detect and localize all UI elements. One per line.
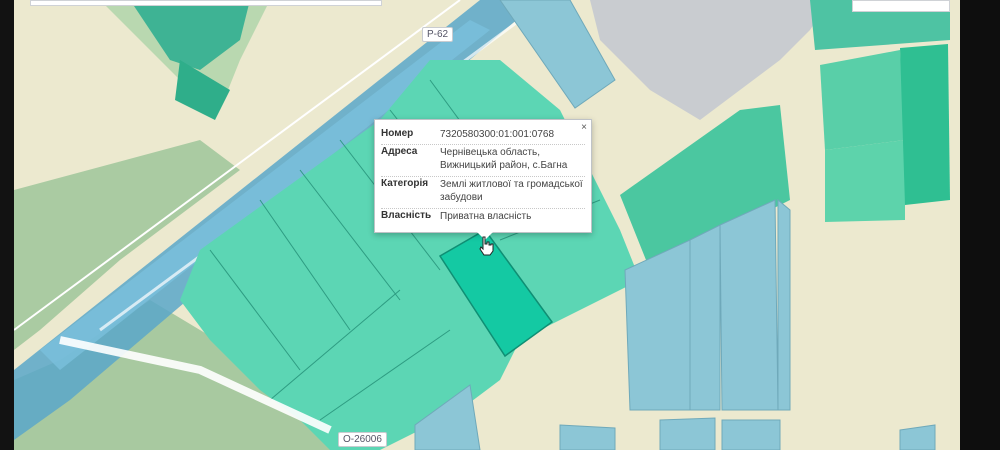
parcel-info-popup: × Номер 7320580300:01:001:0768 Адреса Че… <box>374 119 592 240</box>
parcel-block-right <box>820 50 905 150</box>
road-label-o26006: O-26006 <box>338 432 387 447</box>
popup-row-category: Категорія Землі житлової та громадської … <box>381 178 585 209</box>
popup-value: Чернівецька область, Вижницький район, с… <box>440 147 568 171</box>
top-right-control[interactable] <box>852 0 950 12</box>
popup-key: Номер <box>381 128 414 139</box>
popup-value: 7320580300:01:001:0768 <box>440 129 555 140</box>
top-toolbar-edge <box>30 0 382 6</box>
screen-bezel-left <box>0 0 14 450</box>
road-label-p62: P-62 <box>422 27 454 42</box>
popup-key: Власність <box>381 210 432 221</box>
popup-value: Приватна власність <box>440 211 532 222</box>
screen-bezel-right <box>960 0 1000 450</box>
popup-value: Землі житлової та громадської забудови <box>440 179 583 203</box>
popup-row-number: Номер 7320580300:01:001:0768 <box>381 128 585 145</box>
popup-row-ownership: Власність Приватна власність <box>381 210 585 226</box>
parcel-block-right <box>825 140 905 222</box>
hand-pointer-icon <box>479 236 494 256</box>
map-viewport[interactable]: P-62 O-26006 × Номер 7320580300:01:001:0… <box>0 0 1000 450</box>
popup-key: Адреса <box>381 146 418 157</box>
parcel-block-right <box>900 44 950 205</box>
popup-row-address: Адреса Чернівецька область, Вижницький р… <box>381 146 585 177</box>
popup-key: Категорія <box>381 178 429 189</box>
